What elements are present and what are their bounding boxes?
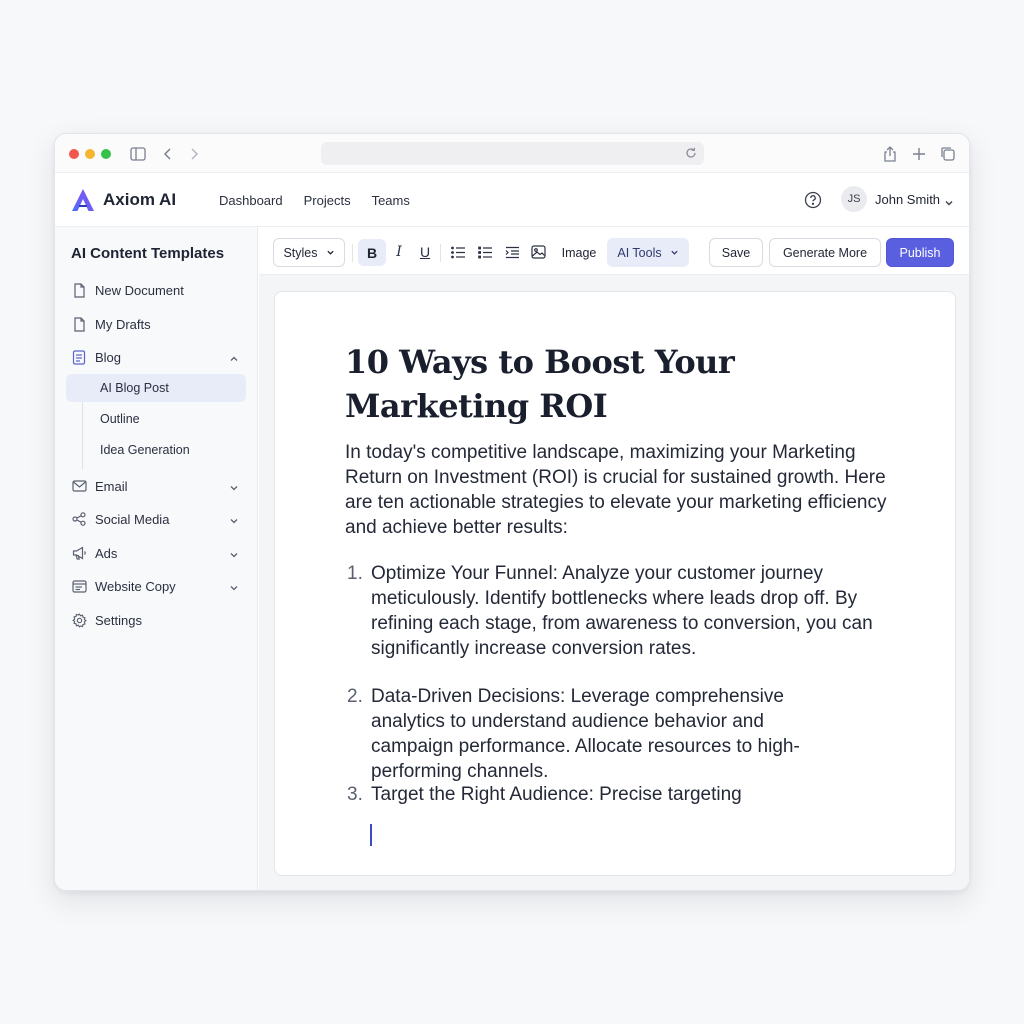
user-name[interactable]: John Smith [875,192,940,207]
minimize-window-button[interactable] [85,149,95,159]
nav-teams[interactable]: Teams [372,193,410,208]
brand-name: Axiom AI [103,190,177,209]
generate-more-button[interactable]: Generate More [769,238,881,267]
sidebar-item-blog[interactable]: Blog [71,346,243,368]
list-text: Data-Driven Decisions: Leverage comprehe… [371,686,800,782]
list-text: Optimize Your Funnel: Analyze your custo… [371,563,873,659]
gear-icon [71,612,87,628]
tabs-overview-icon[interactable] [939,145,957,163]
sidebar-item-label: Ads [95,545,118,561]
avatar[interactable]: JS [841,186,867,212]
toolbar-divider [440,244,441,262]
sidebar-item-label: Website Copy [95,578,176,594]
forward-arrow-icon[interactable] [185,145,203,163]
chevron-down-icon[interactable] [229,514,239,524]
styles-label: Styles [283,245,318,260]
chevron-down-icon[interactable] [229,548,239,558]
sidebar-item-label: Settings [95,612,142,628]
ai-tools-label: AI Tools [617,245,662,260]
reload-icon[interactable] [684,146,698,160]
document-page[interactable]: 10 Ways to Boost Your Marketing ROI In t… [274,291,956,876]
blog-icon [71,349,87,365]
browser-chrome [55,134,969,173]
sidebar-item-website-copy[interactable]: Website Copy [71,575,243,597]
maximize-window-button[interactable] [101,149,111,159]
bullet-list-icon[interactable] [476,243,494,261]
browser-icon [71,578,87,594]
save-button[interactable]: Save [709,238,763,267]
ai-tools-dropdown[interactable]: AI Tools [607,238,689,267]
back-arrow-icon[interactable] [159,145,177,163]
chevron-up-icon[interactable] [229,352,239,362]
list-text: Target the Right Audience: Precise targe… [371,784,742,805]
sidebar-sub-idea-generation[interactable]: Idea Generation [66,436,246,464]
megaphone-icon [71,545,87,561]
sidebar-item-label: Blog [95,349,122,365]
sidebar-item-new-document[interactable]: New Document [71,279,243,301]
bold-button[interactable]: B [358,239,386,266]
sidebar-sub-ai-blog-post[interactable]: AI Blog Post [66,374,246,402]
share-icon[interactable] [881,145,899,163]
document-title[interactable]: 10 Ways to Boost Your Marketing ROI [345,340,765,428]
chevron-down-icon [670,250,678,255]
sidebar-item-email[interactable]: Email [71,475,243,497]
indent-icon[interactable] [503,243,521,261]
chevron-down-icon [326,250,334,255]
sidebar-item-social-media[interactable]: Social Media [71,508,243,530]
editor-toolbar: Styles B I U Image AI Tools Save Generat… [259,227,969,275]
nav-projects[interactable]: Projects [304,193,351,208]
sidebar-item-label: Social Media [95,511,170,527]
axiom-logo-icon[interactable] [71,188,95,212]
mail-icon [71,478,87,494]
sidebar-item-settings[interactable]: Settings [71,609,243,631]
list-number: 1. [347,563,363,584]
sidebar-item-label: My Drafts [95,316,151,332]
close-window-button[interactable] [69,149,79,159]
address-bar[interactable] [321,142,704,165]
file-icon [71,282,87,298]
editor-area: 10 Ways to Boost Your Marketing ROI In t… [259,275,969,890]
toolbar-divider [352,244,353,262]
image-button[interactable]: Image [557,238,601,267]
italic-icon[interactable]: I [390,243,408,261]
sidebar-item-my-drafts[interactable]: My Drafts [71,313,243,335]
list-number: 3. [347,784,363,805]
new-tab-icon[interactable] [910,145,928,163]
top-nav: Dashboard Projects Teams [219,193,410,208]
sidebar-title: AI Content Templates [71,245,225,262]
document-intro[interactable]: In today's competitive landscape, maximi… [345,440,905,540]
text-cursor [370,824,372,846]
sidebar-item-label: Email [95,478,128,494]
chevron-down-icon[interactable] [229,481,239,491]
help-icon[interactable] [804,191,822,209]
share-icon [71,511,87,527]
publish-button[interactable]: Publish [886,238,954,267]
styles-dropdown[interactable]: Styles [273,238,345,267]
sidebar-sub-outline[interactable]: Outline [66,405,246,433]
underline-icon[interactable]: U [416,243,434,261]
file-icon [71,316,87,332]
sidebar-item-label: New Document [95,282,184,298]
numbered-list-icon[interactable] [449,243,467,261]
sidebar-toggle-icon[interactable] [129,145,147,163]
chevron-down-icon[interactable] [229,581,239,591]
browser-window: Axiom AI Dashboard Projects Teams JS Joh… [54,133,970,891]
app-header: Axiom AI Dashboard Projects Teams JS Joh… [55,173,969,227]
sidebar-item-ads[interactable]: Ads [71,542,243,564]
sidebar: AI Content Templates New Document My Dra… [55,227,258,890]
nav-dashboard[interactable]: Dashboard [219,193,283,208]
bold-icon: B [366,244,378,261]
image-icon[interactable] [529,243,547,261]
chevron-down-icon[interactable] [944,195,954,206]
list-number: 2. [347,686,363,707]
